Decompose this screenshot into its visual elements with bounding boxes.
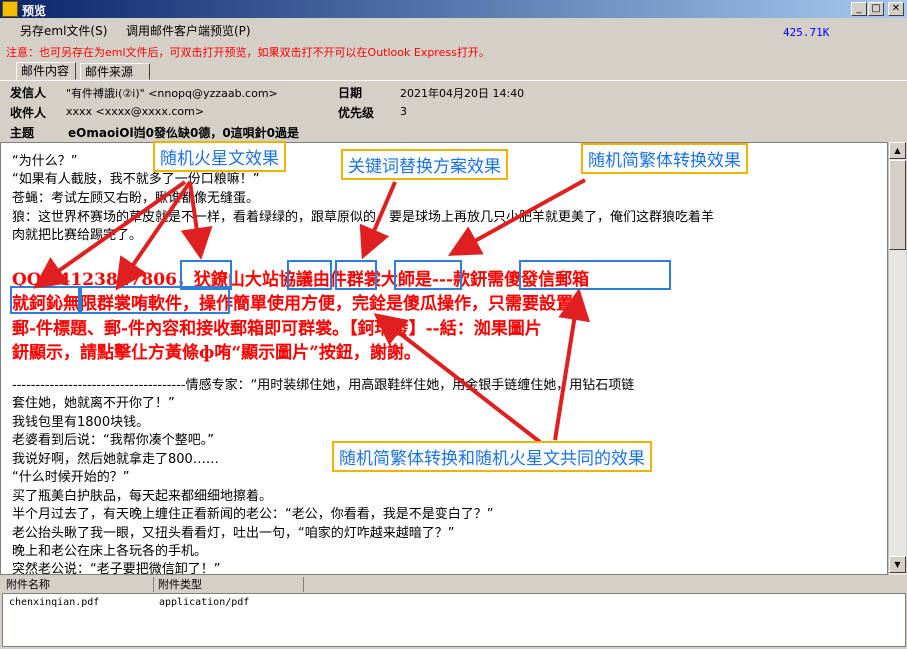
callout-combined: 随机简繁体转换和随机火星文共同的效果 [332, 441, 652, 472]
arrow [33, 180, 187, 289]
attachment-header: 附件名称 附件类型 [2, 577, 906, 594]
arrow [359, 181, 397, 260]
callout-keyword-replace: 关键词替换方案效果 [341, 149, 508, 180]
column-header-type[interactable]: 附件类型 [154, 577, 304, 592]
arrow [373, 313, 542, 444]
callout-random-trad: 随机简繁体转换效果 [581, 143, 748, 174]
arrow [448, 178, 586, 256]
annotation-arrows [33, 178, 591, 444]
attachment-list[interactable]: chenxinqian.pdf application/pdf [2, 593, 906, 647]
arrow [115, 180, 192, 291]
attachment-name[interactable]: chenxinqian.pdf [9, 597, 99, 608]
callout-random-mars: 随机火星文效果 [153, 141, 286, 172]
attachment-type: application/pdf [159, 597, 250, 608]
column-header-name[interactable]: 附件名称 [2, 577, 154, 592]
arrow [553, 288, 591, 441]
tab-mail-content[interactable]: 邮件内容 [16, 62, 76, 80]
arrow [180, 181, 213, 260]
